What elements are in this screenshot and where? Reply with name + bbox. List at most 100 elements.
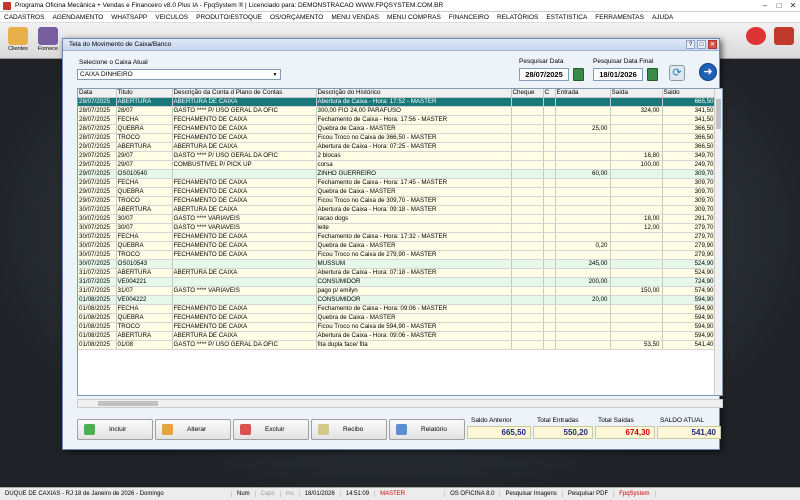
menu-ferramentas[interactable]: FERRAMENTAS [591, 14, 648, 21]
calendar-start-icon[interactable] [573, 68, 584, 81]
table-row[interactable]: 30/07/2025 OS010543 MUSSUM 245,00 524,90 [78, 259, 717, 269]
excluir-button[interactable]: Excluir [233, 419, 309, 440]
saldo-anterior-label: Saldo Anterior [471, 417, 512, 424]
dialog-help-button[interactable]: ? [686, 40, 695, 49]
menu-cadastros[interactable]: CADASTROS [0, 14, 48, 21]
printer-icon [396, 424, 407, 435]
table-row[interactable]: 30/07/2025 30/07 GASTO **** VARIAVEIS racao… [78, 214, 717, 224]
table-row[interactable]: 28/07/2025 ABERTURA ABERTURA DE CAIXA Abert… [78, 97, 717, 107]
col-data[interactable]: Data [78, 89, 117, 98]
table-row[interactable]: 01/08/2025 QUEBRA FECHAMENTO DE CAIXA Quebr… [78, 313, 717, 323]
cell-saida [610, 97, 663, 107]
col-plano-contas[interactable]: Descrição da Conta d Plano de Contas [172, 89, 317, 98]
cell-entrada [555, 304, 611, 314]
refresh-icon[interactable]: ⟳ [669, 65, 685, 81]
col-saldo[interactable]: Saldo [662, 89, 717, 98]
cell-cheque [511, 160, 544, 170]
table-row[interactable]: 01/08/2025 VE004222 CONSUMIDOR 20,00 594,90 [78, 295, 717, 305]
table-row[interactable]: 29/07/2025 FECHA FECHAMENTO DE CAIXA Fecham… [78, 178, 717, 188]
table-row[interactable]: 30/07/2025 QUEBRA FECHAMENTO DE CAIXA Quebr… [78, 241, 717, 251]
dialog-close-button[interactable]: ✕ [708, 40, 717, 49]
cell-saldo: 349,70 [662, 151, 717, 161]
table-row[interactable]: 31/07/2025 31/07 GASTO **** VARIAVEIS pago … [78, 286, 717, 296]
cell-titulo: 30/07 [116, 223, 173, 233]
dialog-maximize-button[interactable]: □ [697, 40, 706, 49]
incluir-button[interactable]: Incluir [77, 419, 153, 440]
table-row[interactable]: 29/07/2025 ABERTURA ABERTURA DE CAIXA Abert… [78, 142, 717, 152]
menu-estatistica[interactable]: ESTATISTICA [542, 14, 591, 21]
relatorio-label: Relatório [421, 426, 448, 433]
menu-ajuda[interactable]: AJUDA [648, 14, 677, 21]
table-row[interactable]: 28/07/2025 QUEBRA FECHAMENTO DE CAIXA Quebr… [78, 124, 717, 134]
status-pesquisar-pdf[interactable]: Pesquisar PDF [563, 491, 615, 497]
cell-c [543, 295, 556, 305]
toolbar-clientes-button[interactable]: Clientes [4, 25, 32, 57]
toolbar-fornece-button[interactable]: Fornece [34, 25, 62, 57]
col-entrada[interactable]: Entrada [555, 89, 611, 98]
table-row[interactable]: 29/07/2025 29/07 GASTO **** P/ USO GERAL D… [78, 151, 717, 161]
table-row[interactable]: 29/07/2025 29/07 COMBUSTÍVEL P/ PICK UP cor… [78, 160, 717, 170]
minimize-button[interactable]: – [758, 0, 772, 11]
cell-data: 30/07/2025 [78, 214, 117, 224]
caixa-select[interactable]: CAIXA DINHEIRO ▼ [77, 69, 281, 80]
menu-veiculos[interactable]: VEICULOS [151, 14, 192, 21]
table-row[interactable]: 28/07/2025 TROCO FECHAMENTO DE CAIXA Ficou … [78, 133, 717, 143]
cell-plano-contas [172, 277, 317, 287]
menu-financeiro[interactable]: FINANCEIRO [445, 14, 493, 21]
table-row[interactable]: 31/07/2025 VE004221 CONSUMIDOR 200,00 724,90 [78, 277, 717, 287]
alterar-button[interactable]: Alterar [155, 419, 231, 440]
excluir-label: Excluir [265, 426, 285, 433]
table-row[interactable]: 28/07/2025 FECHA FECHAMENTO DE CAIXA Fecham… [78, 115, 717, 125]
cell-saldo: 309,70 [662, 178, 717, 188]
table-row[interactable]: 29/07/2025 QUEBRA FECHAMENTO DE CAIXA Quebr… [78, 187, 717, 197]
cell-entrada [555, 196, 611, 206]
date-end-input[interactable]: 18/01/2026 [593, 68, 643, 81]
status-pesquisar-imagens[interactable]: Pesquisar Imagens [500, 491, 563, 497]
vertical-scrollbar[interactable] [714, 89, 722, 395]
cell-cheque [511, 178, 544, 188]
recibo-button[interactable]: Recibo [311, 419, 387, 440]
menu-os-orcamento[interactable]: OS/ORÇAMENTO [266, 14, 327, 21]
col-historico[interactable]: Descrição do Histórico [316, 89, 512, 98]
date-start-input[interactable]: 28/07/2025 [519, 68, 569, 81]
menu-whatsapp[interactable]: WHATSAPP [107, 14, 151, 21]
col-c[interactable]: C [543, 89, 556, 98]
menu-compras[interactable]: MENU COMPRAS [383, 14, 445, 21]
table-row[interactable]: 29/07/2025 TROCO FECHAMENTO DE CAIXA Ficou … [78, 196, 717, 206]
table-row[interactable]: 30/07/2025 ABERTURA ABERTURA DE CAIXA Abert… [78, 205, 717, 215]
table-row[interactable]: 28/07/2025 28/07 GASTO **** P/ USO GERAL D… [78, 106, 717, 116]
toolbar-exit-button[interactable] [770, 25, 798, 57]
cell-entrada: 60,00 [555, 169, 611, 179]
calendar-end-icon[interactable] [647, 68, 658, 81]
table-row[interactable]: 31/07/2025 ABERTURA ABERTURA DE CAIXA Abert… [78, 268, 717, 278]
movement-grid[interactable]: Data Titulo Descrição da Conta d Plano d… [77, 88, 723, 396]
table-row[interactable]: 01/08/2025 ABERTURA ABERTURA DE CAIXA Abert… [78, 331, 717, 341]
cell-plano-contas: GASTO **** VARIAVEIS [172, 214, 317, 224]
table-row[interactable]: 01/08/2025 FECHA FECHAMENTO DE CAIXA Fecham… [78, 304, 717, 314]
menu-produto-estoque[interactable]: PRODUTO/ESTOQUE [192, 14, 266, 21]
col-cheque[interactable]: Cheque [511, 89, 544, 98]
table-row[interactable]: 01/08/2025 01/08 GASTO **** P/ USO GERAL D… [78, 340, 717, 350]
menu-agendamento[interactable]: AGENDAMENTO [48, 14, 107, 21]
maximize-button[interactable]: □ [772, 0, 786, 11]
cell-saldo: 574,90 [662, 286, 717, 296]
recibo-label: Recibo [343, 426, 364, 433]
table-row[interactable]: 29/07/2025 OS010540 ZINHO GUERREIRO 60,00 30… [78, 169, 717, 179]
search-go-icon[interactable]: ➜ [699, 63, 717, 81]
menu-vendas[interactable]: MENU VENDAS [327, 14, 383, 21]
cell-titulo: 30/07 [116, 214, 173, 224]
table-row[interactable]: 01/08/2025 TROCO FECHAMENTO DE CAIXA Ficou … [78, 322, 717, 332]
table-row[interactable]: 30/07/2025 30/07 GASTO **** VARIAVEIS leite… [78, 223, 717, 233]
col-titulo[interactable]: Titulo [116, 89, 173, 98]
relatorio-button[interactable]: Relatório [389, 419, 465, 440]
col-saida[interactable]: Saída [610, 89, 663, 98]
table-row[interactable]: 30/07/2025 TROCO FECHAMENTO DE CAIXA Ficou … [78, 250, 717, 260]
cell-historico: racao dogs [316, 214, 512, 224]
horizontal-scrollbar[interactable] [77, 399, 723, 408]
menu-relatorios[interactable]: RELATÓRIOS [493, 14, 542, 21]
toolbar-power-button[interactable] [742, 25, 770, 57]
table-row[interactable]: 30/07/2025 FECHA FECHAMENTO DE CAIXA Fecham… [78, 232, 717, 242]
close-button[interactable]: ✕ [786, 0, 800, 11]
cell-historico: corsa [316, 160, 512, 170]
cell-entrada [555, 106, 611, 116]
